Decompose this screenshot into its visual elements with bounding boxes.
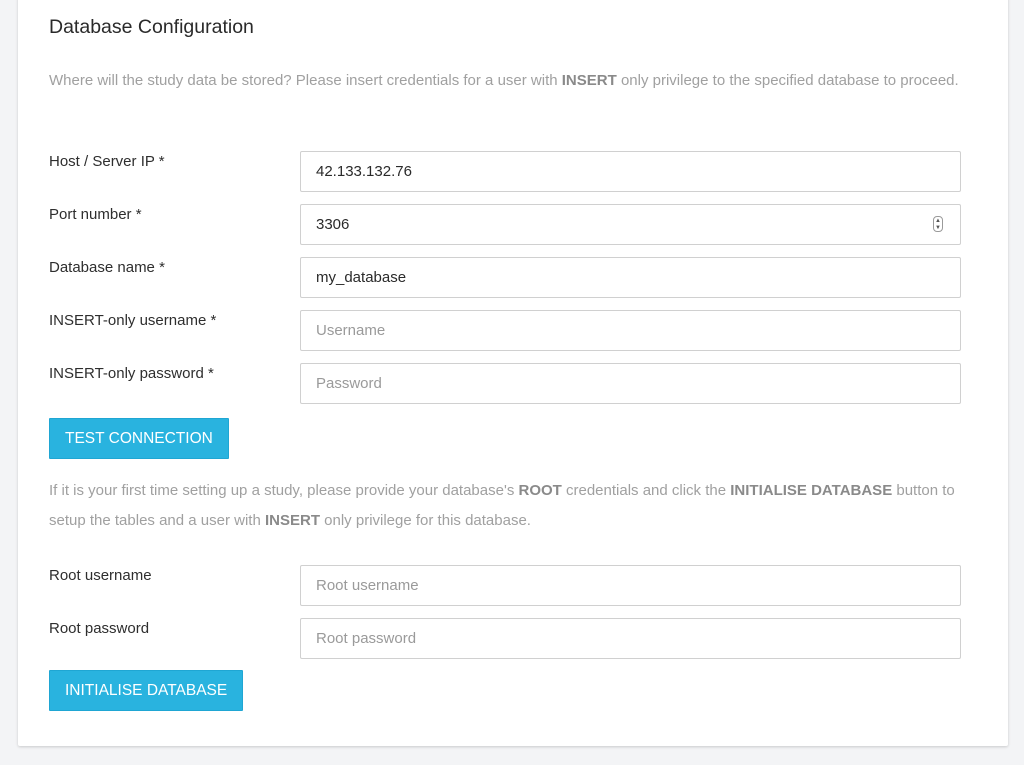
stepper-up-icon[interactable]: ▲ <box>934 217 942 224</box>
insert-password-row: INSERT-only password * <box>49 363 961 405</box>
host-input[interactable] <box>300 151 961 192</box>
root-password-label: Root password <box>49 620 150 637</box>
root-username-label: Root username <box>49 567 152 584</box>
storage-help-text: Where will the study data be stored? Ple… <box>49 66 981 96</box>
dbname-row: Database name * <box>49 257 961 299</box>
insert-username-input[interactable] <box>300 310 961 351</box>
storage-help-bold: INSERT <box>561 72 617 89</box>
root-password-input[interactable] <box>300 618 961 659</box>
root-help-bold1: ROOT <box>518 482 562 499</box>
insert-username-label: INSERT-only username * <box>49 312 217 329</box>
storage-help-suffix: only privilege to the specified database… <box>616 72 959 89</box>
port-row: Port number * ▲▼ <box>49 204 961 246</box>
port-input[interactable] <box>300 204 961 245</box>
dbname-input[interactable] <box>300 257 961 298</box>
storage-help-prefix: Where will the study data be stored? Ple… <box>49 72 562 89</box>
host-row: Host / Server IP * <box>49 151 961 193</box>
root-username-input[interactable] <box>300 565 961 606</box>
test-connection-button[interactable]: TEST CONNECTION <box>49 418 229 459</box>
port-label: Port number * <box>49 206 142 223</box>
database-config-card: Database Configuration Where will the st… <box>18 0 1008 746</box>
root-help-text: If it is your first time setting up a st… <box>49 476 981 536</box>
root-help-part1: If it is your first time setting up a st… <box>49 482 519 499</box>
host-label: Host / Server IP * <box>49 153 165 170</box>
insert-username-row: INSERT-only username * <box>49 310 961 352</box>
root-help-bold3: INSERT <box>264 512 320 529</box>
port-stepper-icon[interactable]: ▲ ▼ <box>933 216 943 232</box>
root-password-row: Root password <box>49 618 961 660</box>
insert-password-input[interactable] <box>300 363 961 404</box>
dbname-label: Database name * <box>49 259 165 276</box>
root-help-part2: credentials and click the <box>561 482 731 499</box>
stepper-down-icon[interactable]: ▼ <box>934 224 942 231</box>
section-title: Database Configuration <box>49 16 254 38</box>
root-help-bold2: INITIALISE DATABASE <box>730 482 893 499</box>
initialise-database-button[interactable]: INITIALISE DATABASE <box>49 670 244 711</box>
insert-password-label: INSERT-only password * <box>49 365 214 382</box>
root-help-part4: only privilege for this database. <box>320 512 531 529</box>
root-username-row: Root username <box>49 565 961 607</box>
